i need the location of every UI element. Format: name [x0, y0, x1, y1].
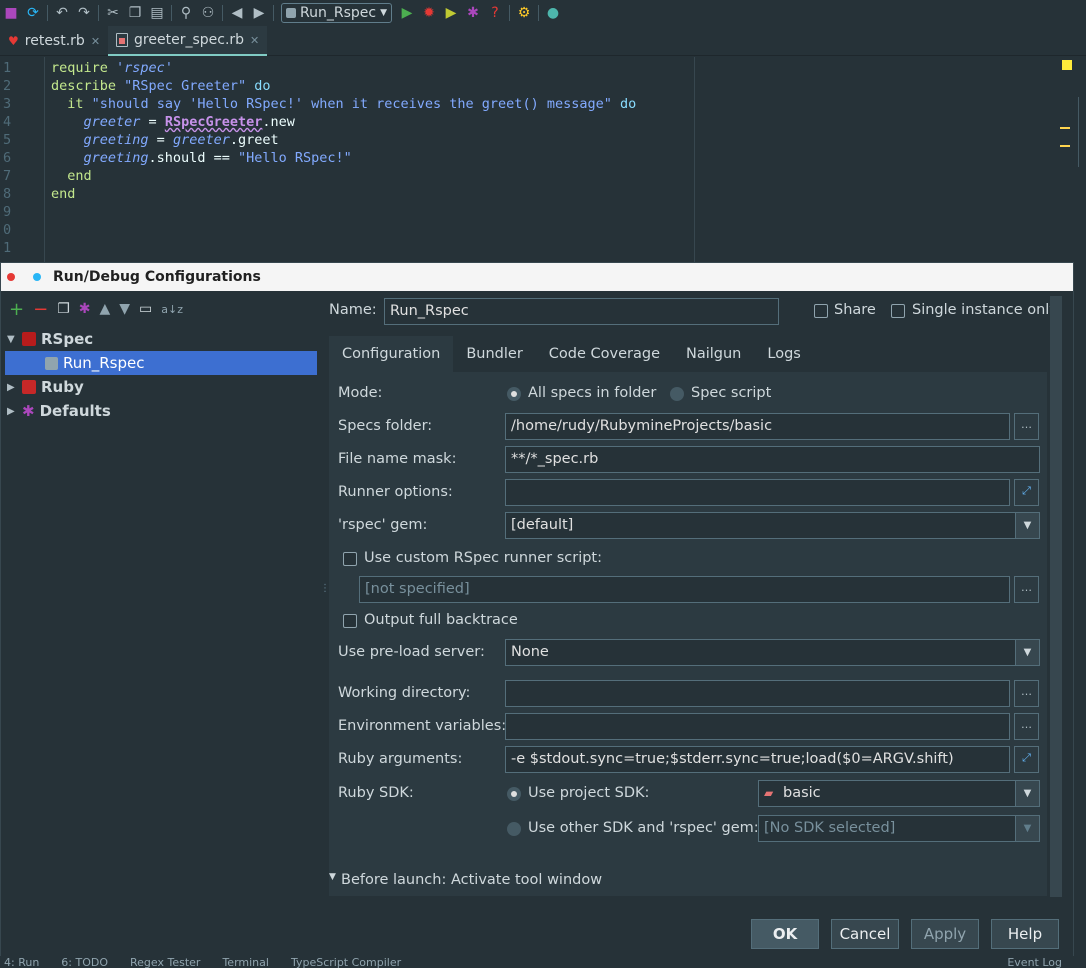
mode-script-radio[interactable]: [670, 387, 684, 401]
other-sdk-select[interactable]: [No SDK selected] ▼: [758, 815, 1040, 842]
env-input[interactable]: [505, 713, 1010, 740]
help-button[interactable]: Help: [991, 919, 1059, 949]
tab-nailgun[interactable]: Nailgun: [673, 336, 754, 372]
file-mask-label: File name mask:: [338, 451, 457, 467]
tab-code-coverage[interactable]: Code Coverage: [536, 336, 673, 372]
env-label: Environment variables:: [338, 718, 507, 734]
config-scrollbar[interactable]: [1050, 296, 1062, 897]
gem-label: 'rspec' gem:: [338, 517, 428, 533]
expand-field-button[interactable]: ⤢: [1014, 479, 1039, 506]
ruby-args-input[interactable]: -e $stdout.sync=true;$stderr.sync=true;l…: [505, 746, 1010, 773]
folder-icon: ▰: [764, 786, 774, 800]
preload-label: Use pre-load server:: [338, 644, 485, 660]
name-label: Name:: [329, 302, 377, 318]
single-instance-label: Single instance only: [912, 302, 1058, 318]
other-sdk-label: Use other SDK and 'rspec' gem:: [528, 820, 759, 836]
ok-button[interactable]: OK: [751, 919, 819, 949]
preload-select-value: None: [511, 644, 549, 660]
single-instance-checkbox[interactable]: [891, 304, 905, 318]
preload-select[interactable]: None ▼: [505, 639, 1040, 666]
database-panel-tab[interactable]: [1078, 97, 1086, 167]
mode-all-radio[interactable]: [507, 387, 521, 401]
mode-script-label: Spec script: [691, 385, 772, 401]
status-bar: 4: Run 6: TODO Regex Tester Terminal Typ…: [0, 956, 1086, 968]
chevron-down-icon: ▼: [1015, 781, 1039, 806]
mode-all-label: All specs in folder: [528, 385, 657, 401]
cancel-button[interactable]: Cancel: [831, 919, 899, 949]
file-mask-input[interactable]: **/*_spec.rb: [505, 446, 1040, 473]
gem-select[interactable]: [default] ▼: [505, 512, 1040, 539]
mode-label: Mode:: [338, 385, 383, 401]
other-sdk-value: [No SDK selected]: [764, 820, 896, 836]
config-tabs: Configuration Bundler Code Coverage Nail…: [329, 336, 1047, 372]
runner-options-label: Runner options:: [338, 484, 453, 500]
status-item[interactable]: Regex Tester: [130, 956, 200, 968]
ide-window: ■ ⟳ ↶ ↷ ✂ ❐ ▤ ⚲ ⚇ ◀ ▶ Run_Rspec ▼ ▶ ✹ ▶ …: [0, 0, 1086, 968]
gem-select-value: [default]: [511, 517, 574, 533]
tab-configuration[interactable]: Configuration: [329, 336, 454, 372]
name-input[interactable]: Run_Rspec: [384, 298, 779, 325]
project-sdk-value: basic: [783, 785, 821, 801]
status-item[interactable]: 6: TODO: [61, 956, 108, 968]
workdir-label: Working directory:: [338, 685, 471, 701]
project-sdk-radio[interactable]: [507, 787, 521, 801]
status-item[interactable]: TypeScript Compiler: [291, 956, 401, 968]
chevron-down-icon: ▼: [1015, 640, 1039, 665]
backtrace-label: Output full backtrace: [364, 612, 518, 628]
ruby-args-label: Ruby arguments:: [338, 751, 463, 767]
other-sdk-radio[interactable]: [507, 822, 521, 836]
specs-folder-label: Specs folder:: [338, 418, 433, 434]
workdir-input[interactable]: [505, 680, 1010, 707]
custom-runner-input[interactable]: [not specified]: [359, 576, 1010, 603]
project-sdk-label: Use project SDK:: [528, 785, 650, 801]
browse-button[interactable]: …: [1014, 413, 1039, 440]
browse-button[interactable]: …: [1014, 680, 1039, 707]
runner-options-input[interactable]: [505, 479, 1010, 506]
share-label: Share: [834, 302, 876, 318]
browse-button[interactable]: …: [1014, 576, 1039, 603]
expand-field-button[interactable]: ⤢: [1014, 746, 1039, 773]
chevron-down-icon: ▼: [1015, 816, 1039, 841]
tab-logs[interactable]: Logs: [754, 336, 813, 372]
event-log[interactable]: Event Log: [1007, 956, 1062, 968]
ruby-sdk-label: Ruby SDK:: [338, 785, 414, 801]
before-launch-label[interactable]: Before launch: Activate tool window: [341, 872, 602, 888]
backtrace-checkbox[interactable]: [343, 614, 357, 628]
custom-runner-label: Use custom RSpec runner script:: [364, 550, 603, 566]
project-sdk-select[interactable]: ▰ basic ▼: [758, 780, 1040, 807]
chevron-down-icon[interactable]: ▼: [329, 872, 336, 882]
apply-button[interactable]: Apply: [911, 919, 979, 949]
tab-bundler[interactable]: Bundler: [453, 336, 535, 372]
chevron-down-icon: ▼: [1015, 513, 1039, 538]
browse-button[interactable]: …: [1014, 713, 1039, 740]
status-item[interactable]: Terminal: [222, 956, 269, 968]
status-item[interactable]: 4: Run: [4, 956, 39, 968]
share-checkbox[interactable]: [814, 304, 828, 318]
config-editor: Name: Run_Rspec Share Single instance on…: [0, 0, 1074, 949]
custom-runner-checkbox[interactable]: [343, 552, 357, 566]
specs-folder-input[interactable]: /home/rudy/RubymineProjects/basic: [505, 413, 1010, 440]
